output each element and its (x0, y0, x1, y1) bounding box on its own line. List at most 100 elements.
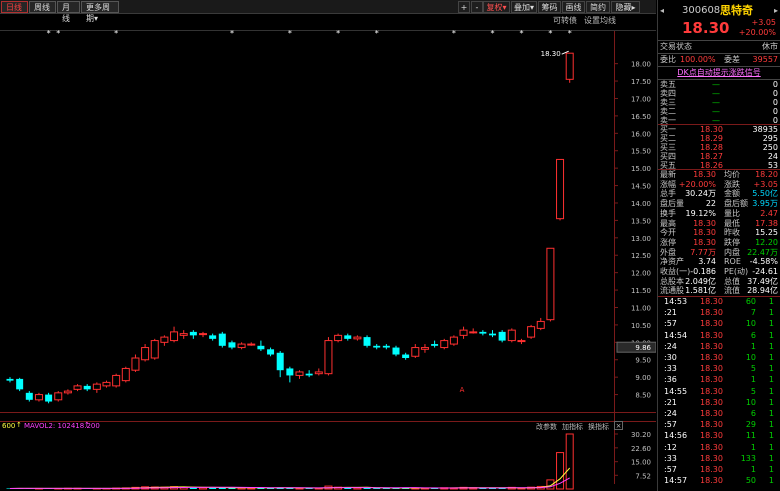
overlay-label: 叠加 (513, 3, 530, 12)
price-tick-label: 17.00 (631, 95, 651, 103)
candle-body (459, 329, 468, 336)
tick-volume: 5 (750, 364, 756, 374)
candle-body (440, 340, 449, 349)
prev-stock-icon[interactable]: ◂ (660, 5, 664, 17)
order-diff-value: 39557 (752, 55, 778, 64)
tick-price: 18.30 (700, 308, 723, 318)
candle-body (121, 367, 130, 382)
hide-label: 隐藏 (615, 3, 632, 12)
stat-value: 15.25 (755, 228, 778, 238)
tick-price: 18.30 (700, 375, 723, 385)
candlestick-chart[interactable]: 18.30 18.00 17.50 17.00 16.50 16.00 15.50 15.0… (0, 14, 656, 491)
candle-body (170, 331, 179, 342)
event-marker-icon: * (375, 29, 379, 38)
candle-body (45, 394, 53, 402)
candle-body (102, 381, 111, 387)
tick-volume: 7 (750, 308, 756, 318)
zoom-out-button[interactable]: - (471, 1, 483, 13)
stat-value: 18.30 (693, 228, 716, 238)
candle-body (565, 52, 574, 80)
tick-volume: 133 (740, 453, 756, 463)
mavol1-line (9, 467, 571, 489)
candle-body (556, 158, 565, 220)
stat-label: 昨收 (724, 228, 740, 238)
stat-row: 换手 19.12% 量比 2.47 (660, 209, 778, 219)
tick-time: :33 (664, 453, 677, 463)
adjust-label: 复权 (486, 3, 503, 12)
tab-monthly[interactable]: 月线 (57, 1, 80, 23)
tick-volume: 10 (745, 353, 756, 362)
candle-body (392, 347, 400, 355)
stat-label: 最低 (724, 218, 740, 228)
tick-row: :57 18.30 29 1 (660, 420, 778, 430)
candle-body (334, 334, 343, 342)
up-arrow-icon: ↑ (84, 421, 90, 429)
tab-daily[interactable]: 日线 (1, 1, 28, 13)
close-icon[interactable]: × (614, 421, 623, 430)
mavol2-line (9, 477, 570, 489)
zoom-in-button[interactable]: + (458, 1, 470, 13)
price-tick-label: 8.50 (635, 392, 651, 400)
tick-count: 1 (768, 420, 774, 430)
candle-body (189, 331, 197, 336)
stat-row: 最高 18.30 最低 17.38 (660, 219, 778, 229)
overlay-button[interactable]: 叠加▾ (511, 1, 537, 13)
tick-volume: 50 (745, 476, 756, 486)
candle-body (536, 320, 545, 329)
stat-row: 净资产 3.74 ROE -4.58% (660, 257, 778, 267)
candle-body (517, 340, 526, 343)
tick-row: 14:56 18.30 11 1 (660, 431, 778, 441)
stat-value: 12.20 (755, 237, 778, 247)
price-tick-label: 11.50 (631, 287, 651, 295)
tab-more-periods[interactable]: 更多周期▾ (81, 1, 119, 23)
chevron-down-icon: ▾ (502, 3, 507, 12)
candle-body (449, 336, 458, 345)
dk-signal-link[interactable]: DK点自动提示涨跌信号 (660, 68, 778, 78)
stat-value: 22.47万 (747, 247, 778, 257)
tick-count: 1 (768, 409, 774, 418)
adjust-button[interactable]: 复权▾ (483, 1, 510, 13)
chips-button[interactable]: 筹码 (538, 1, 561, 13)
candle-body (141, 347, 150, 361)
tick-price: 18.30 (700, 397, 723, 407)
event-marker-icon: * (548, 29, 552, 38)
event-marker-icon: * (491, 29, 495, 38)
tick-volume: 10 (745, 319, 756, 329)
tick-row: :57 18.30 10 1 (660, 319, 778, 329)
candle-body (546, 247, 555, 321)
order-ratio-value: 100.00% (680, 55, 716, 64)
stat-value: -0.186 (690, 267, 716, 276)
candle-body (489, 333, 496, 336)
tick-volume: 6 (750, 330, 756, 340)
next-stock-icon[interactable]: ▸ (774, 5, 778, 17)
stat-row: 涨停 18.30 跌停 12.20 (660, 238, 778, 248)
tick-time: 14:56 (664, 431, 688, 441)
candle-body (314, 371, 323, 375)
hide-button[interactable]: 隐藏▸ (611, 1, 640, 13)
tick-volume: 1 (750, 465, 756, 474)
up-arrow-icon: ↑ (16, 421, 22, 429)
edit-params-button[interactable]: 改参数 (536, 422, 557, 432)
add-indicator-button[interactable]: 加指标 (562, 422, 583, 432)
price-tick-label: 12.50 (631, 252, 651, 260)
candle-body (431, 344, 439, 346)
stat-label: 金额 (724, 189, 740, 199)
stat-label: 总手 (660, 189, 676, 199)
simple-mode-button[interactable]: 简约 (586, 1, 610, 13)
candle-body (286, 368, 294, 376)
stat-value: 18.30 (693, 170, 716, 179)
swap-indicator-button[interactable]: 换指标 (588, 422, 609, 432)
tab-weekly[interactable]: 周线 (29, 1, 56, 13)
candle-body (218, 333, 226, 346)
stat-label: PE(动) (724, 267, 749, 276)
stat-value: 5.50亿 (752, 189, 778, 199)
tick-price: 18.30 (700, 453, 723, 463)
signal-marker-icon: A (460, 386, 465, 394)
tick-time: :21 (664, 397, 677, 407)
tick-time: 14:54 (664, 330, 688, 340)
stat-row: 今开 18.30 昨收 15.25 (660, 228, 778, 238)
tick-volume: 6 (750, 409, 756, 418)
stat-row: 收益(一) -0.186 PE(动) -24.61 (660, 267, 778, 277)
draw-line-button[interactable]: 画线 (562, 1, 585, 13)
quote-panel: ◂ 300608 思特奇 ▸ 18.30 +3.05 +20.00% 交易状态 … (657, 0, 780, 491)
